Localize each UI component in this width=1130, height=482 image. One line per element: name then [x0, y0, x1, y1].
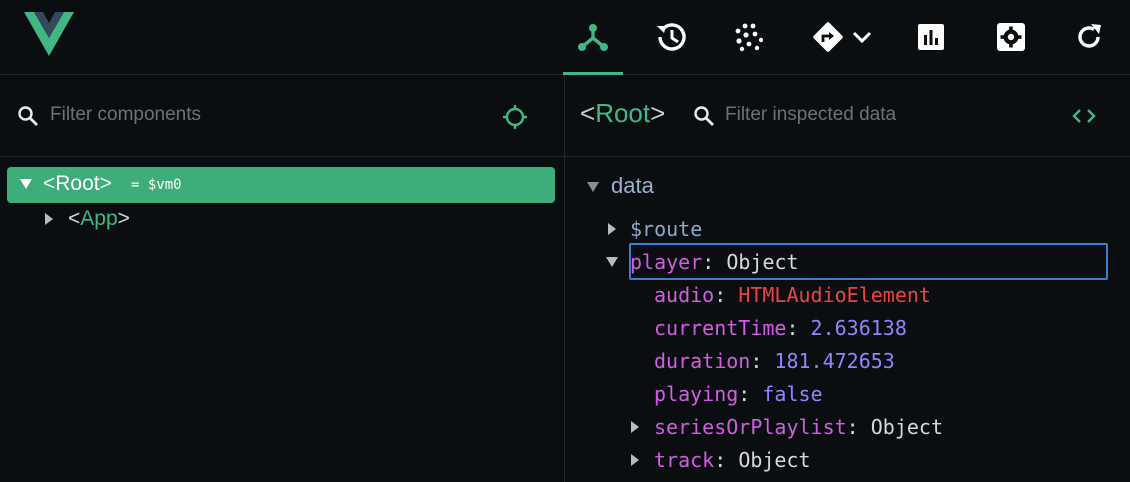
root-component-label: <Root>	[43, 172, 112, 195]
search-icon	[18, 106, 38, 126]
components-tab[interactable]	[563, 0, 623, 75]
refresh-icon	[1078, 24, 1101, 48]
expand-arrow-icon[interactable]	[19, 178, 33, 190]
inspector-title: <Root>	[580, 98, 666, 128]
code-icon[interactable]	[1071, 106, 1097, 126]
data-row-currenttime[interactable]: currentTime: 2.636138	[654, 316, 907, 340]
data-row-audio[interactable]: audio: HTMLAudioElement	[654, 283, 931, 307]
tree-item-app[interactable]: <App>	[68, 207, 130, 231]
collapse-arrow-icon[interactable]	[630, 420, 640, 434]
data-section-title[interactable]: data	[611, 173, 654, 199]
routing-tab[interactable]	[806, 0, 878, 74]
vuex-tab[interactable]	[718, 0, 778, 74]
bar-chart-icon	[918, 24, 944, 50]
gear-icon	[997, 23, 1025, 51]
history-icon	[657, 23, 686, 51]
data-row-route[interactable]: $route	[630, 217, 702, 241]
data-row-player[interactable]: player: Object	[630, 250, 799, 274]
panel-divider[interactable]	[564, 75, 565, 482]
vue-logo	[24, 12, 74, 56]
inspector-header-divider	[565, 156, 1130, 157]
section-expand-icon[interactable]	[586, 181, 600, 193]
select-component-icon[interactable]	[502, 104, 528, 130]
data-row-track[interactable]: track: Object	[654, 448, 811, 472]
vm-reference: = $vm0	[131, 177, 182, 193]
dots-grid-icon	[735, 23, 763, 52]
expand-arrow-icon[interactable]	[605, 256, 619, 268]
toolbar	[0, 0, 1130, 75]
search-icon	[694, 106, 714, 126]
collapse-arrow-icon[interactable]	[630, 453, 640, 467]
performance-tab[interactable]	[901, 0, 961, 74]
filter-inspected-input[interactable]: Filter inspected data	[725, 104, 896, 126]
data-row-duration[interactable]: duration: 181.472653	[654, 349, 895, 373]
collapse-arrow-icon[interactable]	[607, 222, 617, 236]
chevron-down-icon	[852, 31, 872, 44]
data-row-seriesorplaylist[interactable]: seriesOrPlaylist: Object	[654, 415, 943, 439]
refresh-tab[interactable]	[1059, 0, 1119, 74]
settings-tab[interactable]	[981, 0, 1041, 74]
filter-components-input[interactable]: Filter components	[50, 104, 201, 126]
components-header-divider	[0, 156, 564, 157]
timeline-tab[interactable]	[641, 0, 701, 74]
collapse-arrow-icon[interactable]	[44, 212, 54, 226]
component-tree-icon	[578, 24, 608, 51]
data-row-playing[interactable]: playing: false	[654, 382, 823, 406]
route-sign-icon	[813, 22, 843, 52]
